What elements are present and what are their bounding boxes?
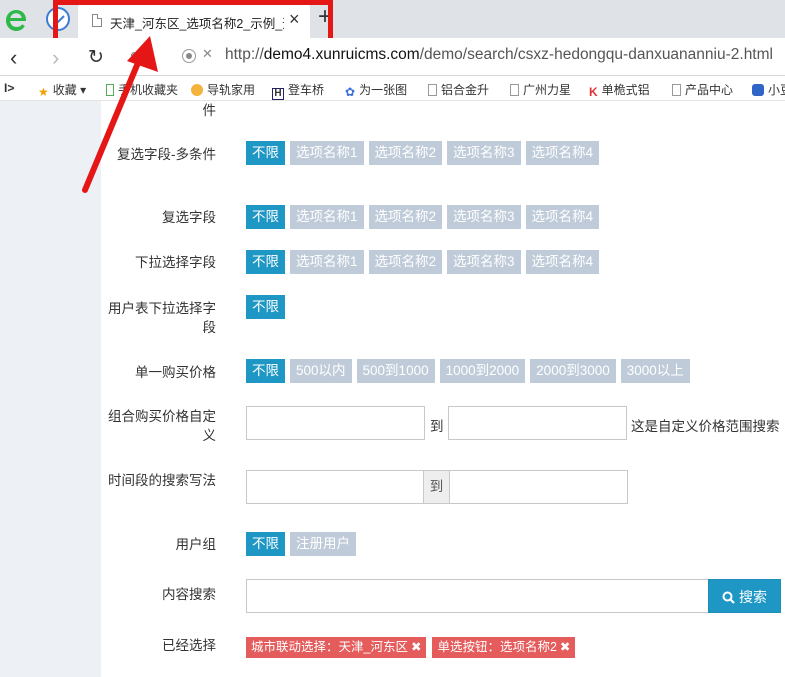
- bookmark-item[interactable]: 手机收藏夹: [106, 81, 178, 98]
- time-field-label: 时间段的搜索写法: [108, 473, 216, 488]
- checkbox-options: 不限 选项名称1 选项名称2 选项名称3 选项名称4: [246, 205, 604, 229]
- stop-icon[interactable]: ✕: [202, 46, 213, 62]
- h-favicon-icon: H: [272, 88, 284, 100]
- url-prefix: http://: [225, 46, 264, 63]
- search-button-label: 搜索: [739, 589, 767, 605]
- search-icon: [722, 591, 735, 604]
- page-icon: [510, 84, 519, 96]
- prev-row-label-fragment: 件: [202, 103, 217, 118]
- forward-arrow-icon[interactable]: ›: [52, 45, 59, 71]
- browser-tab-bar: 天津_河东区_选项名称2_示例_迅 × +: [0, 0, 785, 47]
- url-path: /demo/search/csxz-hedongqu-danxuananniu-…: [419, 46, 773, 63]
- option-2[interactable]: 选项名称2: [368, 205, 443, 229]
- search-button[interactable]: 搜索: [708, 579, 781, 613]
- phone-icon: [106, 84, 114, 96]
- option-1[interactable]: 选项名称1: [290, 141, 364, 165]
- checkbox-field-label: 复选字段: [162, 210, 216, 225]
- selected-tags: 城市联动选择：天津_河东区 ✖ 单选按钮：选项名称2 ✖: [246, 637, 581, 658]
- back-arrow-icon[interactable]: ‹: [10, 45, 17, 71]
- option-1[interactable]: 选项名称1: [290, 205, 364, 229]
- left-gutter: [0, 101, 101, 677]
- usergroup-field-label: 用户组: [175, 537, 217, 552]
- option-3[interactable]: 选项名称3: [447, 250, 521, 274]
- price-option[interactable]: 500以内: [290, 359, 352, 383]
- combo-price-field-label: 组合购买价格自定义: [108, 409, 216, 443]
- remove-icon[interactable]: ✖: [560, 640, 570, 654]
- option-2[interactable]: 选项名称2: [368, 141, 443, 165]
- option-unlimited[interactable]: 不限: [246, 295, 285, 319]
- bookmark-item[interactable]: 小豆: [752, 81, 785, 98]
- user-select-options: 不限: [246, 295, 290, 319]
- bookmarks-toggle-icon[interactable]: I>: [4, 81, 14, 95]
- site-favicon-icon: K: [589, 85, 598, 99]
- selected-tag[interactable]: 单选按钮：选项名称2 ✖: [432, 637, 576, 658]
- page-icon: [672, 84, 681, 96]
- price-options: 不限 500以内 500到1000 1000到2000 2000到3000 3000以上: [246, 359, 695, 383]
- bookmarks-bar: I> ★ 收藏 ▾ 手机收藏夹 导轨家用 H 登车桥 ✿ 为一张图 铝合金升 广州力星…: [0, 77, 785, 101]
- option-1[interactable]: 选项名称1: [290, 250, 364, 274]
- bookmark-item[interactable]: 铝合金升: [428, 81, 489, 98]
- option-3[interactable]: 选项名称3: [447, 205, 521, 229]
- remove-icon[interactable]: ✖: [411, 640, 421, 654]
- option-3[interactable]: 选项名称3: [447, 141, 521, 165]
- site-favicon-icon: [191, 84, 203, 96]
- browser-logo-icon[interactable]: [2, 5, 30, 33]
- usergroup-options: 不限 注册用户: [246, 532, 361, 556]
- content-search-input[interactable]: [246, 579, 709, 613]
- paw-icon: ✿: [345, 85, 356, 99]
- price-range-hint: 这是自定义价格范围搜索: [631, 419, 780, 434]
- site-info-icon[interactable]: [182, 49, 196, 63]
- price-option[interactable]: 3000以上: [620, 359, 690, 383]
- multi-checkbox-field-label: 复选字段-多条件: [117, 147, 216, 162]
- bookmark-item[interactable]: ✿ 为一张图: [345, 81, 407, 99]
- bookmark-item[interactable]: 产品中心: [672, 81, 733, 98]
- star-icon: ★: [38, 85, 49, 99]
- range-separator: 到: [430, 419, 444, 434]
- usergroup-option-registered[interactable]: 注册用户: [290, 532, 356, 556]
- price-option-unlimited[interactable]: 不限: [246, 359, 285, 383]
- option-4[interactable]: 选项名称4: [525, 250, 600, 274]
- selected-label: 已经选择: [162, 638, 216, 653]
- option-unlimited[interactable]: 不限: [246, 141, 285, 165]
- option-4[interactable]: 选项名称4: [525, 205, 600, 229]
- multi-checkbox-options: 不限 选项名称1 选项名称2 选项名称3 选项名称4: [246, 141, 604, 165]
- bookmark-item[interactable]: H 登车桥: [272, 81, 324, 100]
- content-search-label: 内容搜索: [162, 587, 216, 602]
- url-domain: demo4.xunruicms.com: [263, 46, 420, 63]
- start-time-input[interactable]: [246, 470, 424, 504]
- option-unlimited[interactable]: 不限: [246, 250, 285, 274]
- bookmark-item[interactable]: K 单桅式铝: [589, 81, 650, 99]
- price-option[interactable]: 1000到2000: [439, 359, 526, 383]
- page-icon: [428, 84, 437, 96]
- option-unlimited[interactable]: 不限: [246, 205, 285, 229]
- select-options: 不限 选项名称1 选项名称2 选项名称3 选项名称4: [246, 250, 604, 274]
- price-field-label: 单一购买价格: [135, 365, 216, 380]
- selected-tag[interactable]: 城市联动选择：天津_河东区 ✖: [246, 637, 427, 658]
- price-option[interactable]: 500到1000: [356, 359, 435, 383]
- bookmark-favorites[interactable]: ★ 收藏 ▾: [38, 81, 86, 99]
- url-field[interactable]: ✕ http://demo4.xunruicms.com/demo/search…: [176, 42, 785, 72]
- reload-icon[interactable]: ↻: [88, 46, 104, 69]
- usergroup-option-unlimited[interactable]: 不限: [246, 532, 285, 556]
- bookmark-item[interactable]: 广州力星: [510, 81, 571, 98]
- time-range-separator: 到: [423, 470, 450, 504]
- end-time-input[interactable]: [449, 470, 628, 504]
- user-select-field-label: 用户表下拉选择字段: [108, 301, 216, 335]
- option-4[interactable]: 选项名称4: [525, 141, 600, 165]
- shield-favicon-icon: [752, 84, 764, 96]
- min-price-input[interactable]: [246, 406, 425, 440]
- select-field-label: 下拉选择字段: [135, 255, 216, 270]
- max-price-input[interactable]: [448, 406, 627, 440]
- edit-icon[interactable]: ✎: [130, 49, 143, 67]
- bookmark-item[interactable]: 导轨家用: [191, 81, 255, 98]
- option-2[interactable]: 选项名称2: [368, 250, 443, 274]
- search-page: 件 复选字段-多条件 不限 选项名称1 选项名称2 选项名称3 选项名称4 复选字段 不…: [0, 101, 785, 677]
- address-bar-row: ‹ › ↻ ✎ ✕ http://demo4.xunruicms.com/dem…: [0, 38, 785, 76]
- price-option[interactable]: 2000到3000: [530, 359, 616, 383]
